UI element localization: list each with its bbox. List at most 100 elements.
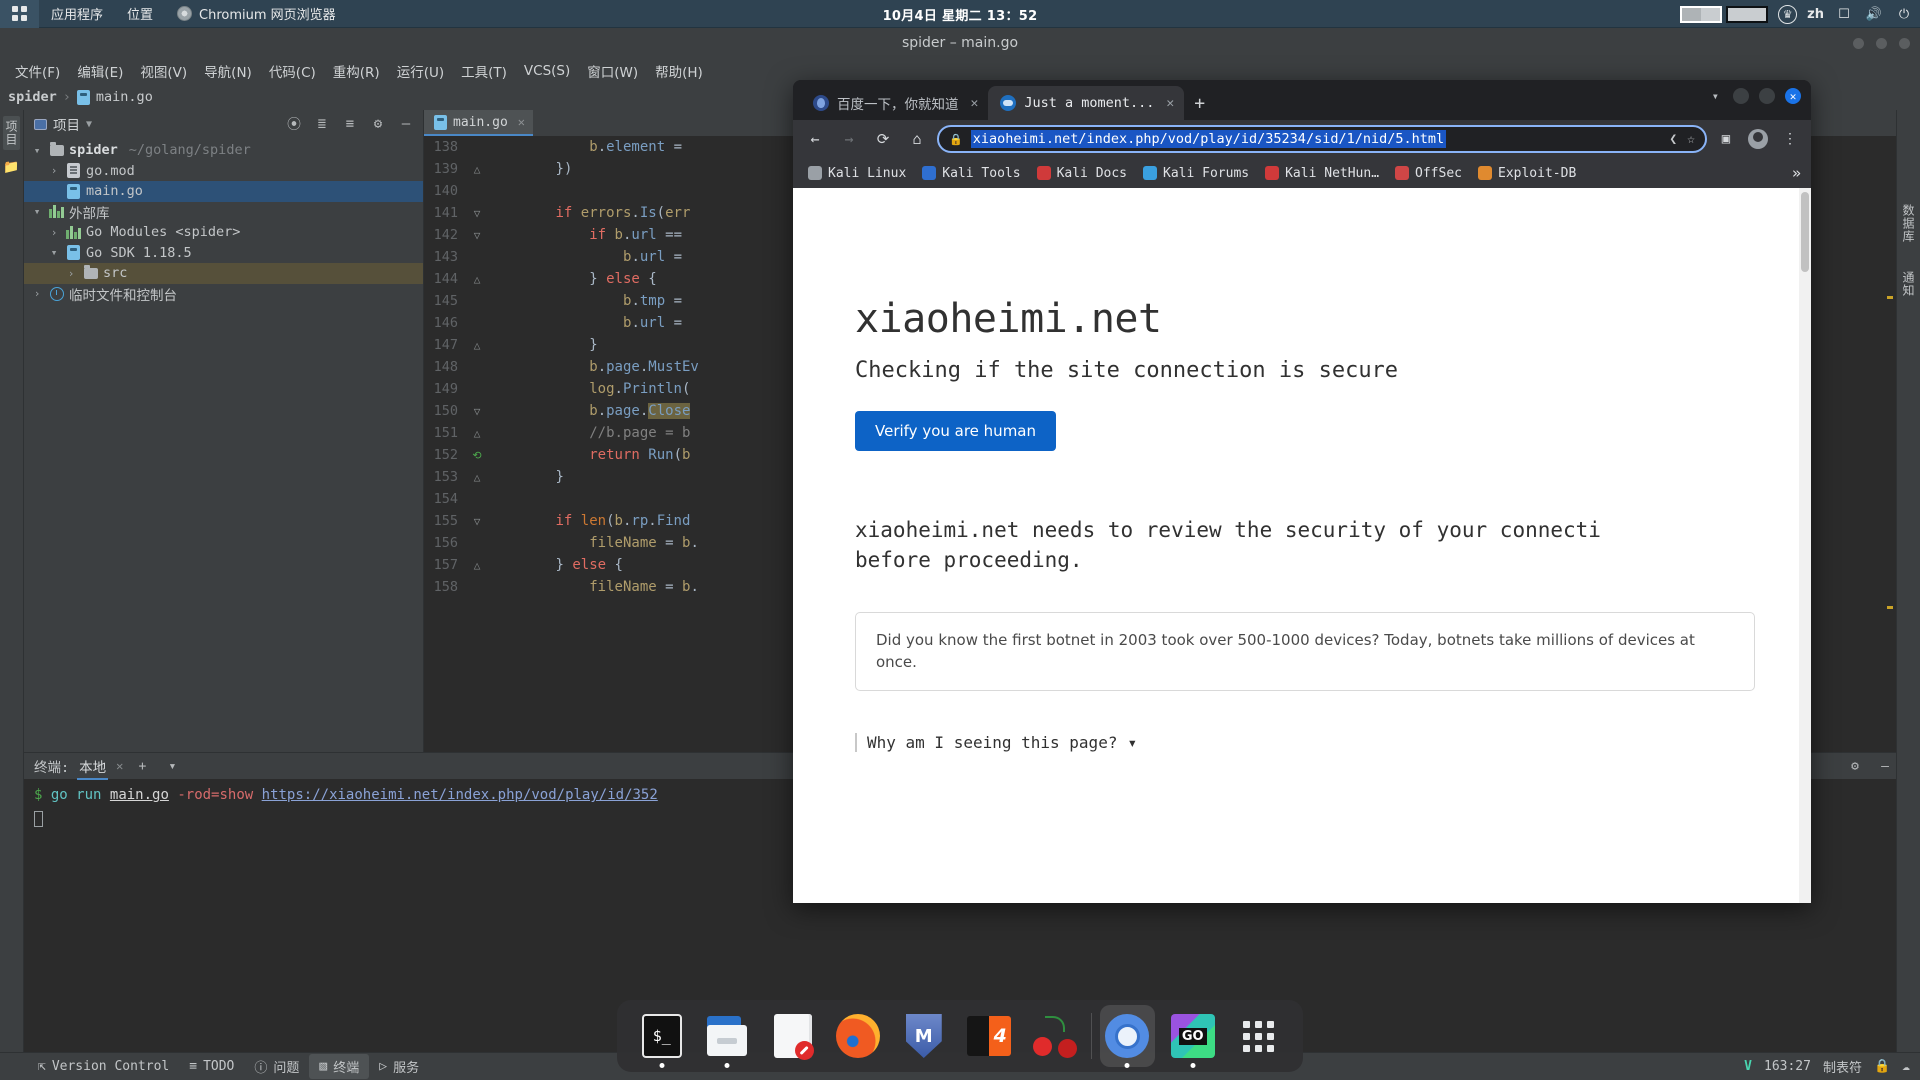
breadcrumb-project[interactable]: spider [8, 89, 57, 105]
menu-vcs[interactable]: VCS(S) [517, 60, 577, 82]
menu-help[interactable]: 帮助(H) [648, 58, 710, 84]
menu-navigate[interactable]: 导航(N) [197, 58, 259, 84]
tool-tab-project[interactable]: 项目 [3, 116, 20, 150]
scrollbar-thumb[interactable] [1801, 192, 1809, 272]
lock-icon[interactable]: 🔒 [949, 133, 963, 146]
taskbar-item-chromium[interactable]: Chromium 网页浏览器 [165, 0, 348, 28]
menu-edit[interactable]: 编辑(E) [70, 58, 130, 84]
page-scrollbar[interactable] [1799, 188, 1811, 903]
why-seeing-this-page[interactable]: Why am I seeing this page? ▾ [855, 733, 1811, 753]
dock-item-text-editor[interactable] [760, 1000, 826, 1072]
bookmark-item[interactable]: Exploit-DB [1471, 163, 1583, 184]
status-todo[interactable]: ≡ TODO [179, 1056, 244, 1077]
chevron-down-icon[interactable]: ▾ [161, 755, 183, 777]
bookmarks-overflow-icon[interactable]: » [1792, 164, 1801, 182]
chevron-right-icon[interactable]: › [47, 164, 61, 177]
fold-gutter[interactable]: ▽ [466, 405, 488, 418]
bookmark-item[interactable]: OffSec [1388, 163, 1469, 184]
caret-position[interactable]: 163:27 [1764, 1059, 1811, 1074]
home-icon[interactable]: ⌂ [903, 125, 931, 153]
workspace-1[interactable] [1680, 5, 1723, 23]
status-services[interactable]: ▷ 服务 [369, 1054, 429, 1079]
chromium-maximize-button[interactable] [1759, 88, 1775, 104]
menu-refactor[interactable]: 重构(R) [326, 58, 387, 84]
run-gutter-icon[interactable]: ⟲ [472, 449, 481, 462]
minimize-icon[interactable]: — [395, 113, 417, 135]
fold-gutter[interactable]: △ [466, 471, 488, 484]
dock-item-firefox[interactable] [826, 1000, 892, 1072]
fold-gutter[interactable]: △ [466, 559, 488, 572]
indent-setting[interactable]: 制表符 [1823, 1057, 1862, 1076]
kali-dragon-icon[interactable]: ♛ [1778, 4, 1798, 24]
fold-icon[interactable]: △ [474, 471, 481, 484]
browser-tab-cloudflare[interactable]: Just a moment... ✕ [988, 86, 1185, 120]
chevron-right-icon[interactable]: › [47, 226, 61, 239]
chevron-down-icon[interactable]: ▾ [30, 144, 44, 157]
extensions-icon[interactable]: ▣ [1713, 126, 1739, 152]
menu-code[interactable]: 代码(C) [262, 58, 323, 84]
lock-icon[interactable]: 🔒 [1874, 1059, 1890, 1074]
fold-gutter[interactable]: △ [466, 273, 488, 286]
dock-item-show-applications[interactable] [1226, 1000, 1292, 1072]
fold-icon[interactable]: ▽ [474, 515, 481, 528]
expand-all-icon[interactable]: ≣ [311, 113, 333, 135]
dock-item-chromium[interactable] [1095, 1000, 1161, 1072]
bookmark-item[interactable]: Kali NetHun… [1258, 163, 1386, 184]
project-tree-item[interactable]: › Go Modules <spider> [24, 222, 423, 243]
power-icon[interactable]: ⏻ [1894, 4, 1914, 24]
breadcrumb-file[interactable]: main.go [96, 89, 153, 105]
fold-icon[interactable]: △ [474, 163, 481, 176]
bookmark-item[interactable]: Kali Linux [801, 163, 913, 184]
workspace-2[interactable] [1726, 5, 1769, 23]
address-bar-url[interactable]: xiaoheimi.net/index.php/vod/play/id/3523… [970, 130, 1447, 148]
terminal-cmd-url[interactable]: https://xiaoheimi.net/index.php/vod/play… [262, 787, 658, 803]
fold-icon[interactable]: ▽ [474, 229, 481, 242]
share-icon[interactable]: ❮ [1669, 132, 1677, 147]
chromium-close-button[interactable]: ✕ [1785, 88, 1801, 104]
fold-gutter[interactable]: ▽ [466, 515, 488, 528]
fold-icon[interactable]: △ [474, 339, 481, 352]
tool-tab-notifications[interactable]: 通知 [1900, 267, 1917, 301]
menu-run[interactable]: 运行(U) [390, 58, 451, 84]
bookmark-item[interactable]: Kali Forums [1136, 163, 1256, 184]
places-menu[interactable]: 位置 [115, 0, 165, 28]
menu-tools[interactable]: 工具(T) [454, 58, 514, 84]
chevron-right-icon[interactable]: › [47, 185, 61, 198]
dock-item-metasploit[interactable]: M [891, 1000, 957, 1072]
terminal-tab-local[interactable]: 本地 [77, 753, 109, 780]
back-icon[interactable]: ← [801, 125, 829, 153]
status-version-control[interactable]: ⇱ Version Control [28, 1056, 179, 1077]
menu-view[interactable]: 视图(V) [133, 58, 194, 84]
chevron-right-icon[interactable]: › [30, 287, 44, 300]
fold-icon[interactable]: △ [474, 427, 481, 440]
chevron-right-icon[interactable]: › [64, 267, 78, 280]
fold-icon[interactable]: △ [474, 559, 481, 572]
applications-menu[interactable]: 应用程序 [39, 0, 115, 28]
dock-item-cherrytree[interactable] [1022, 1000, 1088, 1072]
tool-tab-database[interactable]: 数据库 [1900, 200, 1917, 247]
star-icon[interactable]: ☆ [1687, 132, 1695, 147]
cloud-icon[interactable]: ☁ [1902, 1059, 1910, 1074]
close-icon[interactable]: ✕ [971, 96, 979, 111]
volume-icon[interactable]: 🔊 [1864, 4, 1884, 24]
project-tree-item[interactable]: ▾ 外部库 [24, 202, 423, 223]
plus-icon[interactable]: + [1194, 93, 1205, 114]
input-method-indicator[interactable]: zh [1807, 7, 1824, 22]
project-tree-item[interactable]: › main.go [24, 181, 423, 202]
fold-icon[interactable]: △ [474, 273, 481, 286]
forward-icon[interactable]: → [835, 125, 863, 153]
kebab-menu-icon[interactable]: ⋮ [1777, 126, 1803, 152]
chevron-down-icon[interactable]: ▾ [1712, 89, 1719, 103]
fold-icon[interactable]: ▽ [474, 207, 481, 220]
minimize-icon[interactable]: — [1874, 755, 1896, 777]
dock-item-terminal[interactable]: $_ [629, 1000, 695, 1072]
gear-icon[interactable]: ⚙ [367, 113, 389, 135]
ide-maximize-button[interactable] [1876, 37, 1887, 49]
menu-file[interactable]: 文件(F) [8, 58, 67, 84]
fold-gutter[interactable]: △ [466, 339, 488, 352]
fold-icon[interactable]: ▽ [474, 405, 481, 418]
project-tree-item[interactable]: › 临时文件和控制台 [24, 284, 423, 305]
project-tree-item[interactable]: › src [24, 263, 423, 284]
menu-window[interactable]: 窗口(W) [580, 58, 645, 84]
bookmark-item[interactable]: Kali Docs [1030, 163, 1134, 184]
